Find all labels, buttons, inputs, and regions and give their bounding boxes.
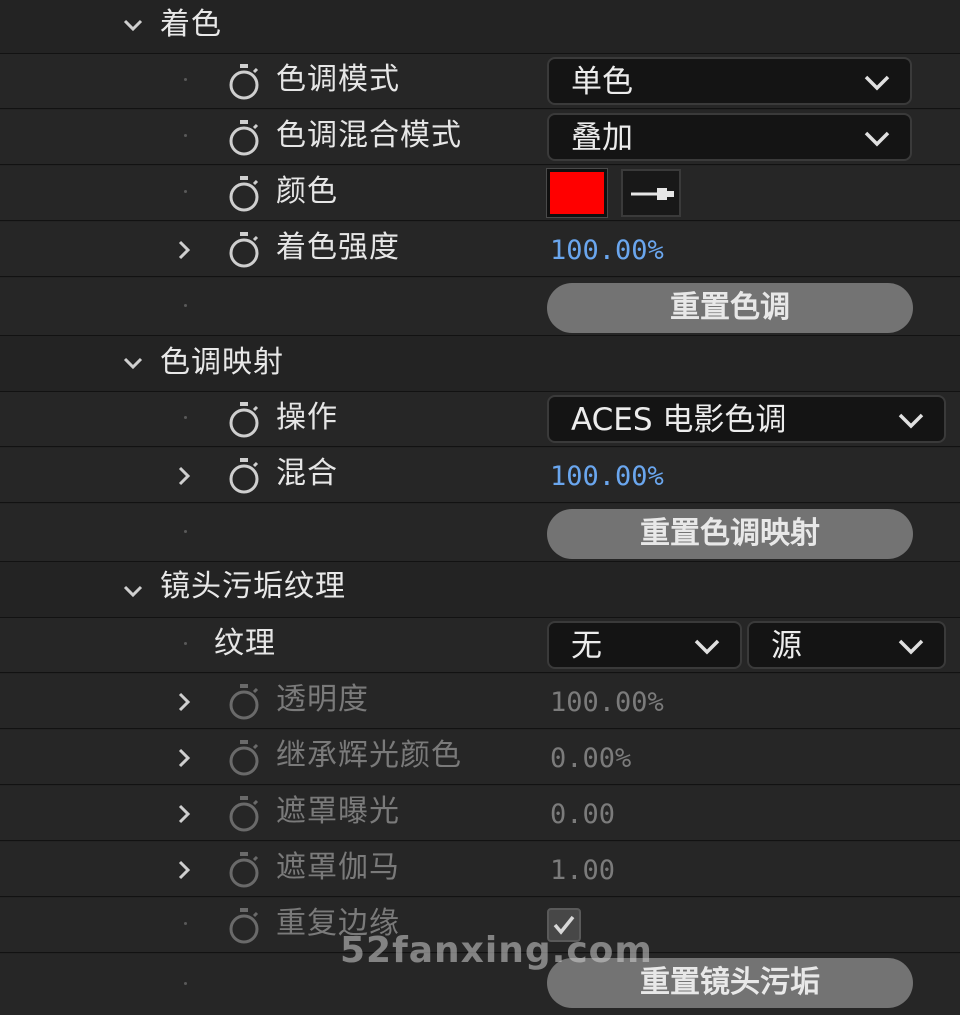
param-row-inherit-glow-color: 继承辉光颜色 0.00% bbox=[0, 730, 960, 785]
chevron-right-icon[interactable] bbox=[173, 747, 195, 769]
section-header-tint[interactable]: 着色 bbox=[0, 0, 960, 54]
section-title: 色调映射 bbox=[160, 345, 284, 380]
param-row-texture: 纹理 无 源 bbox=[0, 618, 960, 673]
param-label: 混合 bbox=[276, 456, 338, 491]
param-row-operation: 操作 ACES 电影色调 bbox=[0, 392, 960, 447]
param-row-mask-gamma: 遮罩伽马 1.00 bbox=[0, 842, 960, 897]
chevron-right-icon[interactable] bbox=[173, 691, 195, 713]
dropdown-value: 无 bbox=[571, 628, 602, 664]
row-dot bbox=[184, 416, 187, 419]
stopwatch-icon[interactable] bbox=[226, 456, 262, 496]
inherit-glow-color-value: 0.00% bbox=[550, 743, 632, 774]
opacity-value: 100.00% bbox=[550, 687, 664, 718]
param-label: 透明度 bbox=[276, 682, 369, 717]
chevron-right-icon[interactable] bbox=[173, 803, 195, 825]
param-row-tint-blend-mode: 色调混合模式 叠加 bbox=[0, 110, 960, 165]
chevron-down-icon bbox=[896, 409, 926, 431]
section-title: 镜头污垢纹理 bbox=[160, 569, 346, 604]
param-row-opacity: 透明度 100.00% bbox=[0, 674, 960, 729]
chevron-right-icon[interactable] bbox=[173, 239, 195, 261]
dropdown-value: ACES 电影色调 bbox=[571, 402, 787, 438]
row-dot bbox=[184, 134, 187, 137]
texture-source-dropdown[interactable]: 源 bbox=[747, 621, 946, 669]
eyedropper-icon[interactable] bbox=[621, 169, 681, 217]
param-label: 纹理 bbox=[214, 626, 276, 661]
row-dot bbox=[184, 982, 187, 985]
chevron-down-icon[interactable] bbox=[122, 580, 144, 602]
section-title: 着色 bbox=[160, 7, 222, 42]
row-dot bbox=[184, 78, 187, 81]
stopwatch-icon[interactable] bbox=[226, 118, 262, 158]
chevron-down-icon bbox=[692, 635, 722, 657]
param-label: 遮罩曝光 bbox=[276, 794, 400, 829]
param-label: 色调模式 bbox=[276, 62, 400, 97]
reset-row-tint: 重置色调 bbox=[0, 278, 960, 336]
param-label: 遮罩伽马 bbox=[276, 850, 400, 885]
param-row-tint-strength: 着色强度 100.00% bbox=[0, 222, 960, 277]
row-dot bbox=[184, 922, 187, 925]
section-header-tone-mapping[interactable]: 色调映射 bbox=[0, 336, 960, 392]
chevron-down-icon[interactable] bbox=[122, 352, 144, 374]
param-row-color: 颜色 bbox=[0, 166, 960, 221]
param-label: 继承辉光颜色 bbox=[276, 738, 462, 773]
stopwatch-icon[interactable] bbox=[226, 230, 262, 270]
param-row-mask-exposure: 遮罩曝光 0.00 bbox=[0, 786, 960, 841]
dropdown-value: 叠加 bbox=[571, 120, 633, 156]
chevron-right-icon[interactable] bbox=[173, 859, 195, 881]
param-row-tint-mode: 色调模式 单色 bbox=[0, 54, 960, 109]
stopwatch-icon bbox=[226, 906, 262, 946]
tint-mode-dropdown[interactable]: 单色 bbox=[547, 57, 912, 105]
stopwatch-icon[interactable] bbox=[226, 174, 262, 214]
chevron-down-icon bbox=[862, 71, 892, 93]
param-row-blend: 混合 100.00% bbox=[0, 448, 960, 503]
dropdown-value: 单色 bbox=[571, 64, 633, 100]
param-label: 操作 bbox=[276, 400, 338, 435]
stopwatch-icon[interactable] bbox=[226, 62, 262, 102]
reset-tone-mapping-button[interactable]: 重置色调映射 bbox=[547, 509, 913, 559]
dropdown-value: 源 bbox=[771, 628, 802, 664]
texture-dropdown[interactable]: 无 bbox=[547, 621, 742, 669]
chevron-right-icon[interactable] bbox=[173, 465, 195, 487]
chevron-down-icon bbox=[896, 635, 926, 657]
row-dot bbox=[184, 642, 187, 645]
tint-strength-value[interactable]: 100.00% bbox=[550, 234, 664, 268]
color-swatch[interactable] bbox=[546, 168, 608, 218]
stopwatch-icon bbox=[226, 682, 262, 722]
chevron-down-icon bbox=[862, 127, 892, 149]
param-label: 颜色 bbox=[276, 174, 338, 209]
row-dot bbox=[184, 304, 187, 307]
tint-blend-mode-dropdown[interactable]: 叠加 bbox=[547, 113, 912, 161]
stopwatch-icon bbox=[226, 850, 262, 890]
stopwatch-icon bbox=[226, 794, 262, 834]
mask-gamma-value: 1.00 bbox=[550, 855, 616, 886]
chevron-down-icon[interactable] bbox=[122, 14, 144, 36]
operation-dropdown[interactable]: ACES 电影色调 bbox=[547, 395, 946, 443]
watermark: 52fanxing.com bbox=[340, 930, 653, 971]
stopwatch-icon[interactable] bbox=[226, 400, 262, 440]
mask-exposure-value: 0.00 bbox=[550, 799, 616, 830]
reset-tint-button[interactable]: 重置色调 bbox=[547, 283, 913, 333]
section-header-lens-dirt[interactable]: 镜头污垢纹理 bbox=[0, 562, 960, 618]
blend-value[interactable]: 100.00% bbox=[550, 460, 664, 494]
row-dot bbox=[184, 190, 187, 193]
param-label: 着色强度 bbox=[276, 230, 400, 265]
reset-row-tone-mapping: 重置色调映射 bbox=[0, 504, 960, 562]
row-dot bbox=[184, 530, 187, 533]
stopwatch-icon bbox=[226, 738, 262, 778]
param-label: 色调混合模式 bbox=[276, 118, 462, 153]
